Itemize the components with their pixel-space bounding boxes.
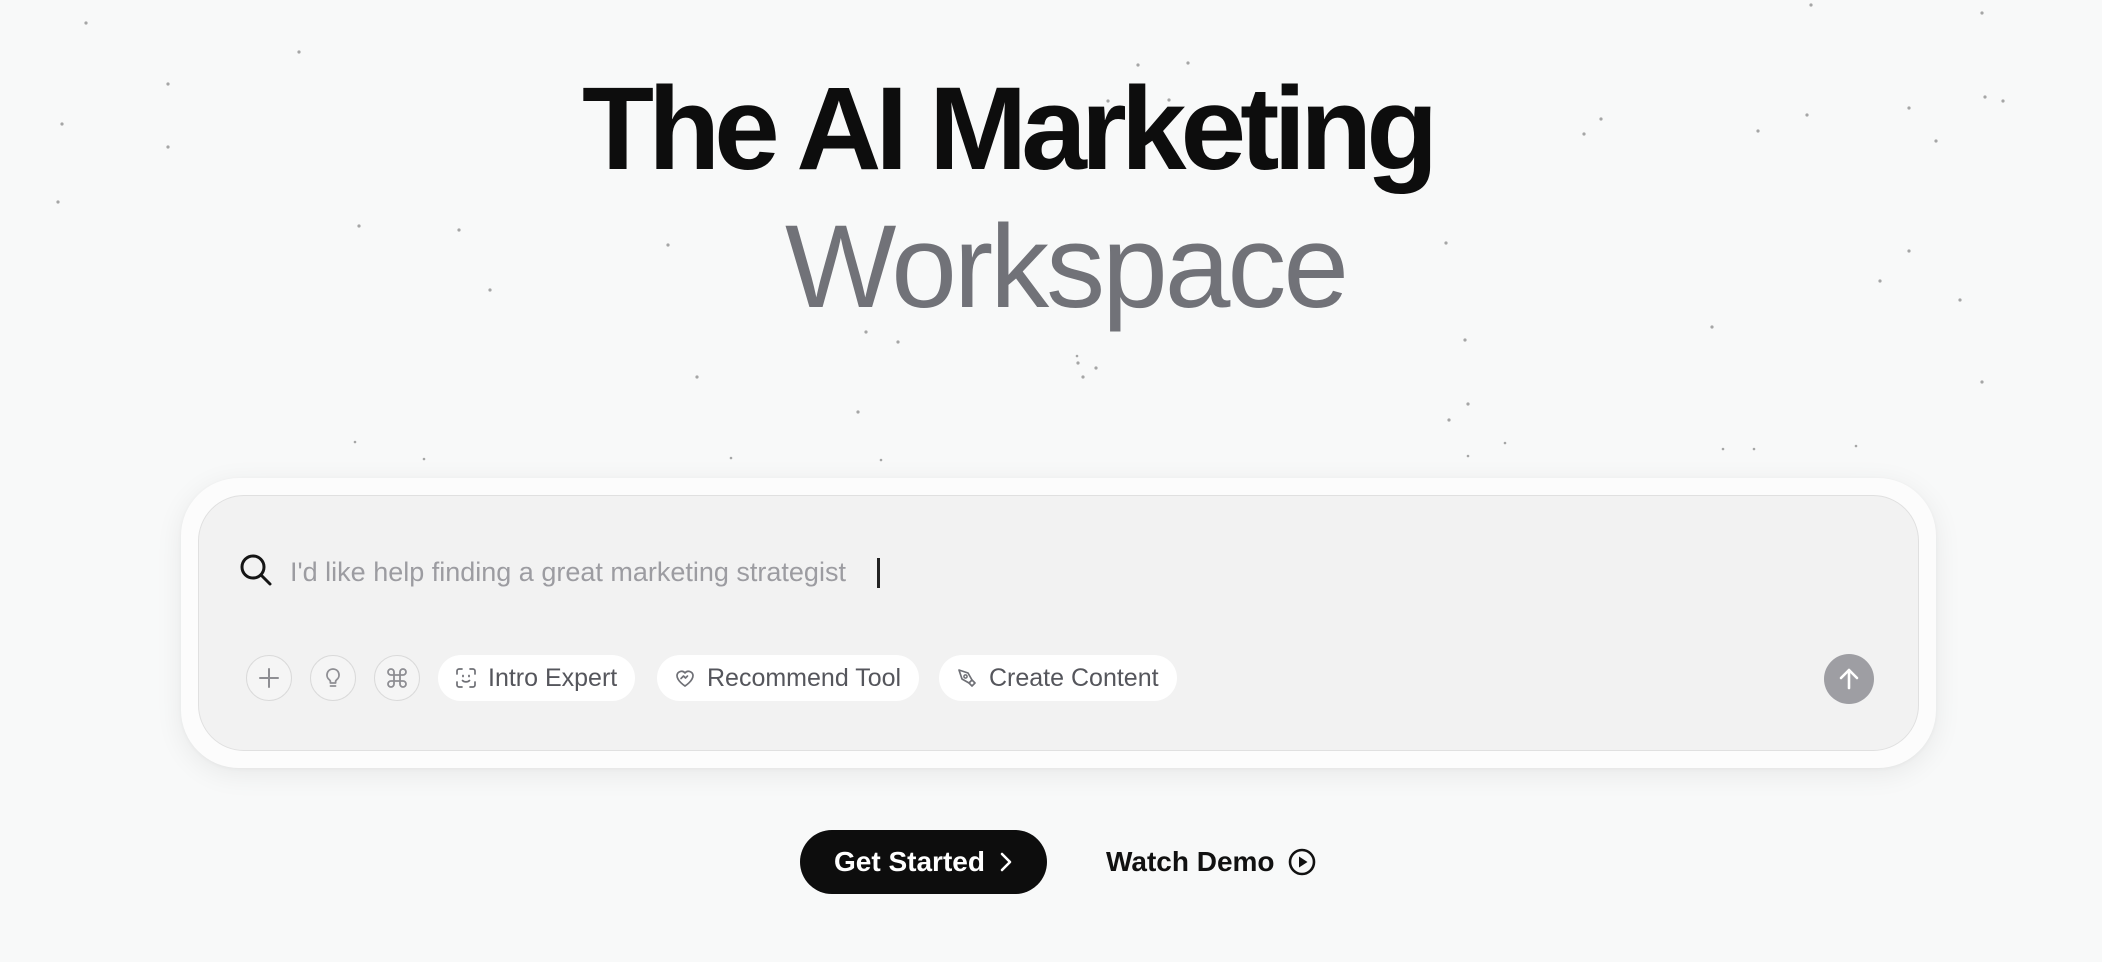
watch-demo-button[interactable]: Watch Demo <box>1106 830 1317 894</box>
chip-create-content[interactable]: Create Content <box>939 655 1177 701</box>
search-input[interactable] <box>290 548 1790 596</box>
chip-intro-expert[interactable]: Intro Expert <box>438 655 636 701</box>
pen-tool-icon <box>958 669 976 687</box>
arrow-up-icon <box>1839 668 1859 690</box>
chip-recommend-tool-label: Recommend Tool <box>707 663 902 692</box>
lightbulb-icon <box>326 668 340 687</box>
play-circle-icon <box>1288 848 1315 876</box>
hero-title-line2: Workspace <box>785 201 1349 333</box>
hero-title-line1: The AI Marketing <box>582 63 1438 195</box>
send-button[interactable] <box>1824 654 1874 704</box>
command-icon <box>387 668 407 688</box>
heart-handshake-icon <box>676 670 694 687</box>
search-icon <box>240 554 272 586</box>
ideas-button[interactable] <box>310 655 356 701</box>
face-scan-icon <box>456 668 476 688</box>
command-button[interactable] <box>374 655 420 701</box>
get-started-label: Get Started <box>834 846 985 877</box>
chip-intro-expert-label: Intro Expert <box>488 663 618 692</box>
search-panel <box>198 495 1919 751</box>
chip-recommend-tool[interactable]: Recommend Tool <box>657 655 920 701</box>
chevron-right-icon <box>1000 852 1012 872</box>
chip-create-content-label: Create Content <box>989 663 1159 692</box>
get-started-button[interactable]: Get Started <box>800 830 1047 894</box>
add-button[interactable] <box>246 655 292 701</box>
text-cursor <box>877 558 880 588</box>
plus-icon <box>259 668 279 688</box>
watch-demo-label: Watch Demo <box>1106 846 1275 877</box>
